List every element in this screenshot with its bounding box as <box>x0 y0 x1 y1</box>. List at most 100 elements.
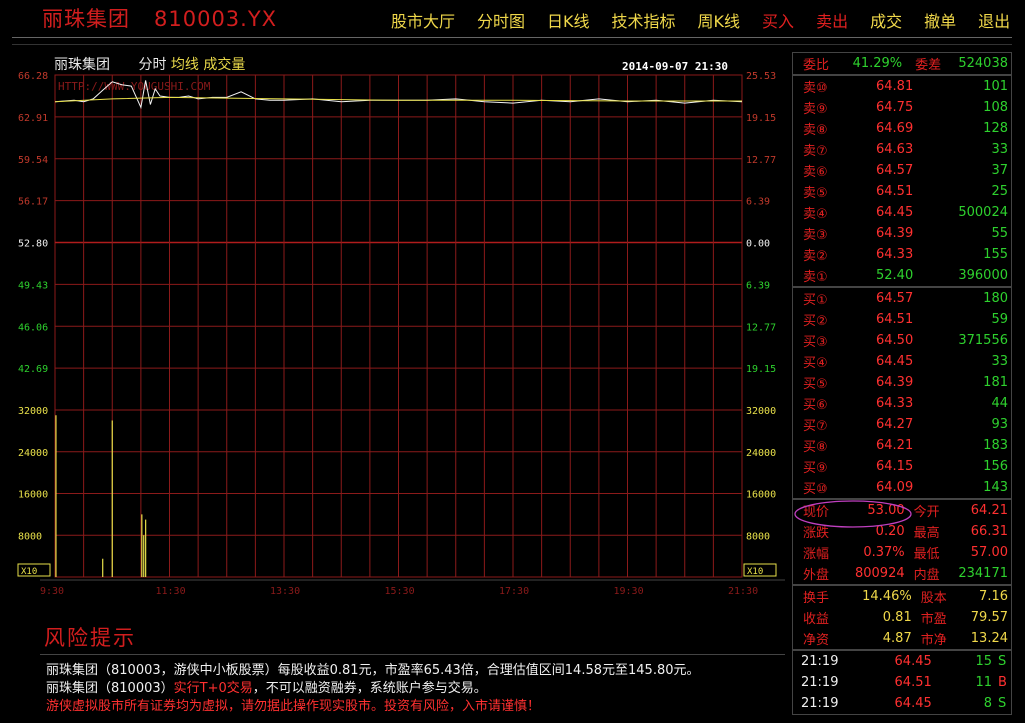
bid-volume: 183 <box>983 438 1008 453</box>
volume-tick-label: 24000 <box>18 448 48 459</box>
risk-line-2c: ，不可以融资融券，系统账户参与交易。 <box>252 681 487 696</box>
ask-volume: 108 <box>983 100 1008 115</box>
ask-row[interactable]: 卖① 52.40 396000 <box>793 265 1012 287</box>
ask-volume: 396000 <box>958 268 1008 283</box>
bid-label: 买⑤ <box>803 377 828 392</box>
bid-row[interactable]: 买⑩ 64.09 143 <box>793 477 1012 499</box>
risk-line-2a: 丽珠集团（810003） <box>46 681 174 696</box>
chart-watermark: HTTP://WWW.YOUGUSHI.COM <box>58 80 211 93</box>
quote-label: 外盘 <box>803 568 830 583</box>
tick-row[interactable]: 21:19 64.51 11 B <box>793 672 1012 693</box>
stats-row[interactable]: 净资 4.87 市净 13.24 <box>793 628 1012 650</box>
tick-side: S <box>998 654 1007 669</box>
ask-label: 卖⑨ <box>803 102 828 117</box>
ask-label: 卖③ <box>803 228 828 243</box>
bid-row[interactable]: 买⑨ 64.15 156 <box>793 456 1012 477</box>
price-tick-label: 66.28 <box>18 71 48 82</box>
bid-table: 买① 64.57 180 买② 64.51 59 买③ 64.50 371556 买④ 64.45 3… <box>792 287 1012 499</box>
percent-tick-label: 19.15 <box>746 113 776 124</box>
quote-value-2: 64.21 <box>970 503 1008 518</box>
stats-label: 收益 <box>803 612 830 627</box>
bid-price: 64.45 <box>876 354 914 369</box>
price-tick-label: 52.80 <box>18 239 48 250</box>
tick-price: 64.51 <box>894 675 932 690</box>
ask-volume: 37 <box>991 163 1008 178</box>
ask-price: 64.51 <box>876 184 914 199</box>
volume-tick-label-right: 16000 <box>746 490 776 501</box>
bid-volume: 143 <box>983 480 1008 495</box>
tick-volume: 15 <box>975 654 992 669</box>
nav-exit[interactable]: 退出 <box>967 8 1021 32</box>
stats-label-2: 市盈 <box>920 612 947 627</box>
bid-price: 64.51 <box>876 312 914 327</box>
stats-label: 净资 <box>803 633 830 648</box>
ask-row[interactable]: 卖⑥ 64.57 37 <box>793 160 1012 181</box>
nav-cancel[interactable]: 撤单 <box>913 8 967 32</box>
quote-row[interactable]: 涨幅 0.37% 最低 57.00 <box>793 542 1012 563</box>
bid-label: 买④ <box>803 356 828 371</box>
bid-label: 买① <box>803 293 828 308</box>
tick-time: 21:19 <box>801 654 839 669</box>
ask-row[interactable]: 卖⑩ 64.81 101 <box>793 76 1012 98</box>
bid-volume: 33 <box>991 354 1008 369</box>
price-tick-label: 42.69 <box>18 364 48 375</box>
stats-value: 14.46% <box>862 589 912 604</box>
ask-row[interactable]: 卖⑨ 64.75 108 <box>793 97 1012 118</box>
percent-tick-label: 6.39 <box>746 197 770 208</box>
time-tick-label: 13:30 <box>270 586 300 597</box>
volume-tick-label: 16000 <box>18 490 48 501</box>
ask-price: 52.40 <box>876 268 914 283</box>
volume-tick-label: 32000 <box>18 406 48 417</box>
nav-sell[interactable]: 卖出 <box>805 8 859 32</box>
ask-row[interactable]: 卖⑧ 64.69 128 <box>793 118 1012 139</box>
time-tick-label: 11:30 <box>156 586 186 597</box>
ask-label: 卖② <box>803 249 828 264</box>
bid-label: 买⑧ <box>803 440 828 455</box>
tick-row[interactable]: 21:19 64.45 15 S <box>793 651 1012 673</box>
price-tick-label: 46.06 <box>18 322 48 333</box>
bid-price: 64.21 <box>876 438 914 453</box>
ask-label: 卖④ <box>803 207 828 222</box>
bid-volume: 371556 <box>958 333 1008 348</box>
bid-row[interactable]: 买⑧ 64.21 183 <box>793 435 1012 456</box>
commission-diff-label: 委差 <box>915 58 942 73</box>
ask-label: 卖⑤ <box>803 186 828 201</box>
bid-volume: 181 <box>983 375 1008 390</box>
price-tick-label: 59.54 <box>18 155 48 166</box>
ask-row[interactable]: 卖④ 64.45 500024 <box>793 202 1012 223</box>
tick-row[interactable]: 21:19 64.45 8 S <box>793 693 1012 715</box>
ask-price: 64.63 <box>876 142 914 157</box>
ask-price: 64.57 <box>876 163 914 178</box>
ask-row[interactable]: 卖② 64.33 155 <box>793 244 1012 265</box>
quote-row[interactable]: 外盘 800924 内盘 234171 <box>793 563 1012 585</box>
bid-row[interactable]: 买② 64.51 59 <box>793 309 1012 330</box>
time-tick-label: 15:30 <box>385 586 415 597</box>
ask-row[interactable]: 卖⑤ 64.51 25 <box>793 181 1012 202</box>
bid-row[interactable]: 买⑥ 64.33 44 <box>793 393 1012 414</box>
ask-volume: 155 <box>983 247 1008 262</box>
stats-value: 4.87 <box>882 631 912 646</box>
ask-row[interactable]: 卖③ 64.39 55 <box>793 223 1012 244</box>
ask-price: 64.75 <box>876 100 914 115</box>
quote-value: 0.37% <box>863 545 905 560</box>
stats-label-2: 股本 <box>920 591 947 606</box>
bid-row[interactable]: 买③ 64.50 371556 <box>793 330 1012 351</box>
stats-value-2: 7.16 <box>979 589 1008 604</box>
bid-row[interactable]: 买④ 64.45 33 <box>793 351 1012 372</box>
bid-label: 买⑦ <box>803 419 828 434</box>
ask-row[interactable]: 卖⑦ 64.63 33 <box>793 139 1012 160</box>
ask-label: 卖⑩ <box>803 81 828 96</box>
bid-row[interactable]: 买⑦ 64.27 93 <box>793 414 1012 435</box>
price-tick-label: 49.43 <box>18 280 48 291</box>
stats-row[interactable]: 换手 14.46% 股本 7.16 <box>793 586 1012 608</box>
intraday-chart[interactable]: HTTP://WWW.YOUGUSHI.COM 66.28 62.91 59.54 5… <box>0 0 790 600</box>
bid-row[interactable]: 买① 64.57 180 <box>793 288 1012 310</box>
percent-tick-label: 0.00 <box>746 239 770 250</box>
bid-row[interactable]: 买⑤ 64.39 181 <box>793 372 1012 393</box>
nav-trades[interactable]: 成交 <box>859 8 913 32</box>
risk-line-2b: 实行T+0交易 <box>173 681 253 696</box>
stats-row[interactable]: 收益 0.81 市盈 79.57 <box>793 607 1012 628</box>
bid-price: 64.50 <box>876 333 914 348</box>
price-tick-label: 62.91 <box>18 113 48 124</box>
ask-price: 64.39 <box>876 226 914 241</box>
